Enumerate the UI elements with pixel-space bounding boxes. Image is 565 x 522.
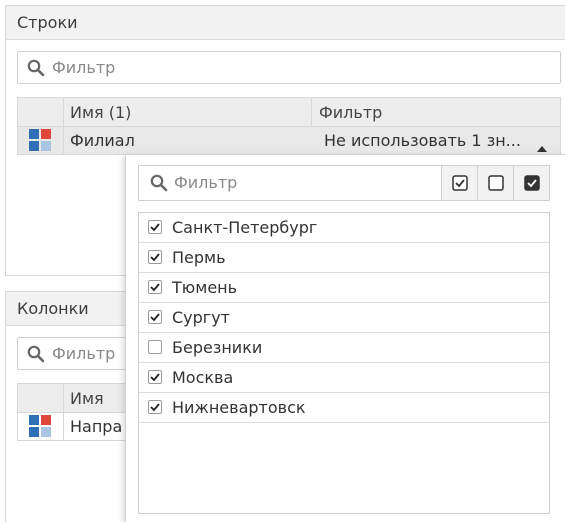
row-name: Напра (70, 417, 123, 436)
list-item-label: Москва (172, 368, 234, 387)
search-icon (150, 174, 168, 196)
checkbox-checked[interactable] (148, 310, 162, 324)
list-item[interactable]: Сургут (139, 303, 549, 333)
checkbox-checked[interactable] (148, 400, 162, 414)
list-item[interactable]: Москва (139, 363, 549, 393)
filter-value-list: Санкт-Петербург Пермь Тюмень Сургут Березник… (138, 212, 550, 514)
dropdown-search-input[interactable]: Фильтр (138, 165, 550, 201)
checkbox-checked[interactable] (148, 250, 162, 264)
dropdown-search-placeholder: Фильтр (174, 173, 238, 192)
search-icon (27, 345, 45, 367)
check-all-icon (452, 175, 468, 195)
search-icon (27, 59, 45, 81)
list-item[interactable]: Пермь (139, 243, 549, 273)
row-filter-value[interactable]: Не использовать 1 зн... (324, 127, 521, 154)
list-item[interactable]: Березники (139, 333, 549, 363)
list-item-label: Березники (172, 338, 263, 357)
dimension-icon (29, 415, 51, 437)
filter-dropdown: Фильтр Санкт-Петербург Пермь Тюмень Сургут Б… (125, 154, 565, 522)
rows-search-input[interactable]: Фильтр (17, 51, 561, 84)
dimension-icon (29, 129, 51, 151)
list-item[interactable]: Тюмень (139, 273, 549, 303)
list-item-label: Санкт-Петербург (172, 218, 318, 237)
check-filled-icon (524, 175, 540, 195)
checkbox-checked[interactable] (148, 370, 162, 384)
list-item-label: Тюмень (172, 278, 238, 297)
column-header-name[interactable]: Имя (70, 384, 104, 413)
rows-grid-header: Имя (1) Фильтр (18, 98, 560, 127)
checkbox-checked[interactable] (148, 220, 162, 234)
checkbox-checked[interactable] (148, 280, 162, 294)
deselect-all-button[interactable] (477, 166, 513, 200)
column-header-filter[interactable]: Фильтр (319, 98, 382, 127)
select-all-button[interactable] (441, 166, 477, 200)
table-row[interactable]: Филиал Не использовать 1 зн... (18, 127, 560, 154)
checkbox-unchecked[interactable] (148, 340, 162, 354)
list-item[interactable]: Нижневартовск (139, 393, 549, 423)
invert-selection-button[interactable] (513, 166, 549, 200)
uncheck-all-icon (488, 175, 504, 195)
rows-grid: Имя (1) Фильтр Филиал Не использовать 1 … (17, 97, 561, 155)
list-item-label: Пермь (172, 248, 226, 267)
column-header-name[interactable]: Имя (1) (70, 98, 131, 127)
row-name: Филиал (70, 131, 135, 150)
list-item-label: Сургут (172, 308, 230, 327)
list-item[interactable]: Санкт-Петербург (139, 213, 549, 243)
list-item-label: Нижневартовск (172, 398, 306, 417)
rows-search-placeholder: Фильтр (52, 58, 116, 77)
rows-panel-title: Строки (6, 6, 565, 40)
columns-search-placeholder: Фильтр (52, 344, 116, 363)
